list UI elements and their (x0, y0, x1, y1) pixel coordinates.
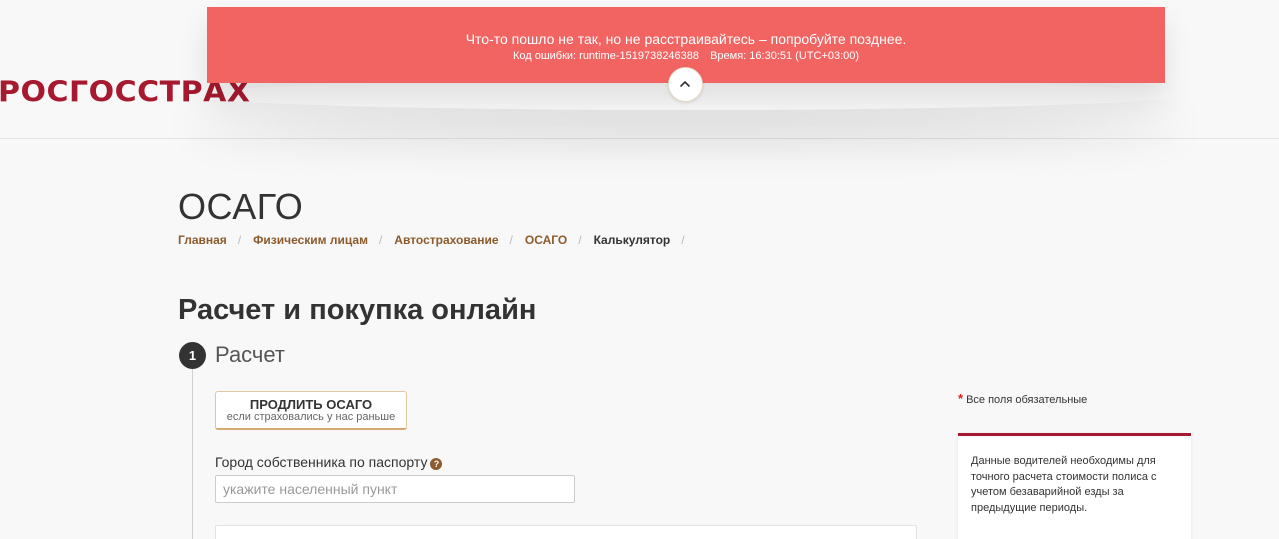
breadcrumb-osago[interactable]: ОСАГО (525, 233, 567, 247)
step-number-badge: 1 (179, 342, 206, 369)
breadcrumb-separator: / (681, 233, 685, 247)
page: РОСГОССТРАХ Что-то пошло не так, но не р… (0, 0, 1279, 539)
breadcrumb-calculator: Калькулятор (593, 233, 671, 247)
breadcrumb: Главная / Физическим лицам / Автострахование… (178, 232, 697, 248)
breadcrumb-separator: / (578, 233, 582, 247)
breadcrumb-separator: / (378, 233, 383, 247)
required-asterisk-icon: * (958, 391, 964, 406)
drivers-info-box: Данные водителей необходимы для точного … (958, 433, 1191, 539)
help-icon[interactable]: ? (430, 458, 443, 470)
breadcrumb-separator: / (509, 233, 513, 247)
collapse-error-button[interactable] (668, 67, 703, 102)
error-title: Что-то пошло не так, но не расстраивайте… (465, 31, 907, 47)
error-time: Время: 16:30:51 (UTC+03:00) (710, 50, 860, 62)
breadcrumb-separator: / (237, 233, 242, 247)
section-title: Расчет и покупка онлайн (178, 294, 537, 326)
city-field-label: Город собственника по паспорту? (215, 453, 443, 471)
next-form-field[interactable] (215, 525, 917, 539)
chevron-up-icon (680, 81, 690, 87)
city-field-label-text: Город собственника по паспорту (215, 454, 428, 470)
page-title: ОСАГО (178, 186, 304, 227)
error-code: Код ошибки: runtime-1519738246388 (512, 50, 700, 62)
breadcrumb-individuals[interactable]: Физическим лицам (253, 233, 368, 247)
breadcrumb-home[interactable]: Главная (178, 233, 227, 247)
step-title: Расчет (215, 342, 285, 367)
required-fields-note: * Все поля обязательные (958, 392, 1087, 407)
required-note-text: Все поля обязательные (966, 394, 1088, 406)
breadcrumb-auto-insurance[interactable]: Автострахование (394, 233, 498, 247)
renew-button-label: ПРОДЛИТЬ ОСАГО (249, 397, 373, 412)
city-input[interactable] (215, 475, 575, 503)
renew-osago-button[interactable]: ПРОДЛИТЬ ОСАГО если страховались у нас р… (215, 391, 407, 430)
error-details: Код ошибки: runtime-1519738246388 Время:… (207, 49, 1165, 63)
info-box-text: Данные водителей необходимы для точного … (971, 455, 1157, 514)
renew-button-sublabel: если страховались у нас раньше (226, 411, 396, 423)
step-connector-line (192, 364, 193, 539)
